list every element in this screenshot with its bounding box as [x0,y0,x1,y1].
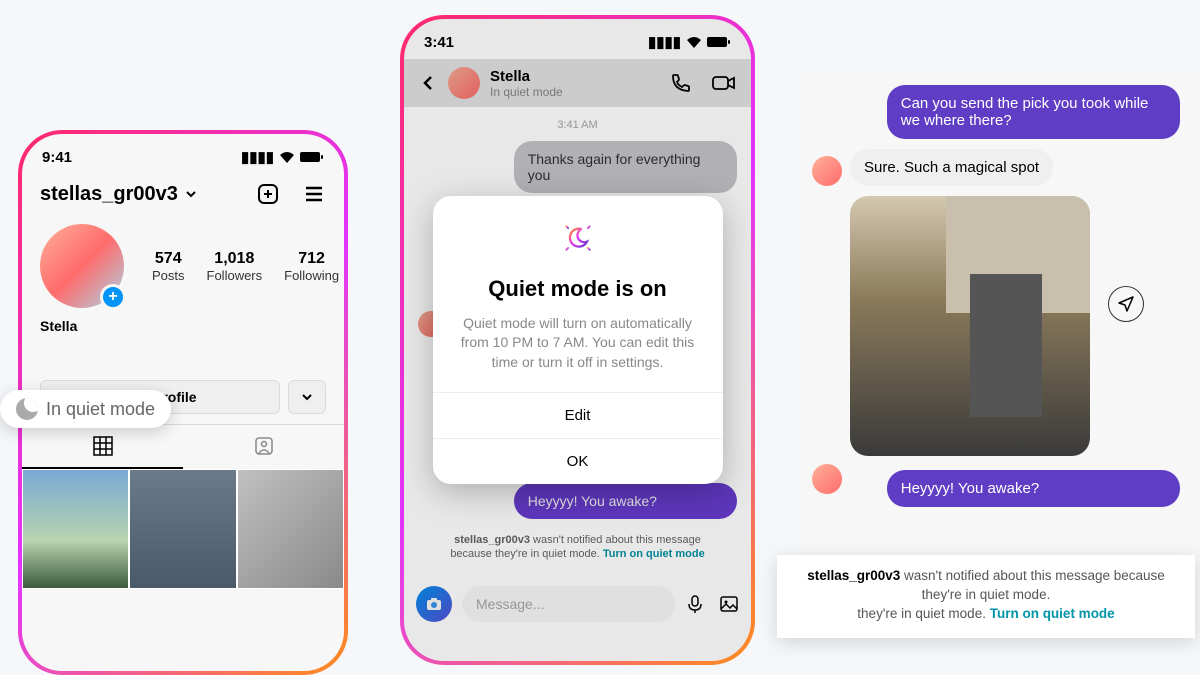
message-outgoing[interactable]: Can you send the pick you took while we … [887,85,1180,139]
phone-chat: Can you send the pick you took while we … [800,75,1200,635]
battery-icon [300,151,324,163]
signal-icon: ▮▮▮▮ [241,148,274,166]
discover-people-button[interactable] [288,380,326,414]
quiet-mode-modal: Quiet mode is on Quiet mode will turn on… [433,196,723,485]
status-time: 9:41 [42,149,72,166]
moon-icon [16,398,38,420]
tab-tagged[interactable] [183,425,344,469]
moon-gradient-icon [433,196,723,276]
post-thumbnail[interactable] [129,469,236,589]
display-name: Stella [22,318,344,334]
profile-stats-row: + 574 Posts 1,018 Followers 712 Followin… [22,214,344,318]
stat-followers[interactable]: 1,018 Followers [207,250,263,283]
menu-icon[interactable] [302,182,326,206]
tab-grid[interactable] [22,425,183,469]
status-icons: ▮▮▮▮ [241,148,324,166]
username-text: stellas_gr00v3 [40,183,178,206]
message-avatar [812,156,842,186]
add-story-badge[interactable]: + [100,284,126,310]
modal-edit-button[interactable]: Edit [433,392,723,438]
quiet-mode-pill: In quiet mode [0,390,171,428]
modal-title: Quiet mode is on [433,276,723,314]
profile-avatar[interactable]: + [40,224,124,308]
status-bar: 9:41 ▮▮▮▮ [22,134,344,174]
posts-grid [22,469,344,589]
username-dropdown[interactable]: stellas_gr00v3 [40,183,198,206]
message-outgoing[interactable]: Heyyyy! You awake? [887,470,1180,507]
message-photo[interactable] [850,196,1090,456]
chevron-down-icon [184,187,198,201]
wifi-icon [279,151,295,163]
modal-body: Quiet mode will turn on automatically fr… [433,314,723,393]
stat-following[interactable]: 712 Following [284,250,339,283]
post-thumbnail[interactable] [237,469,344,589]
message-avatar [812,464,842,494]
create-post-icon[interactable] [256,182,280,206]
modal-overlay: Quiet mode is on Quiet mode will turn on… [404,19,751,661]
quiet-mode-notice-callout: stellas_gr00v3 wasn't notified about thi… [777,555,1195,638]
phone-chat-modal-screen: 3:41 ▮▮▮▮ Stella In quiet mode 3:41 AM [404,19,751,661]
profile-tabs [22,424,344,469]
quiet-mode-label: In quiet mode [46,399,155,420]
turn-on-quiet-link[interactable]: Turn on quiet mode [990,606,1115,621]
message-incoming[interactable]: Sure. Such a magical spot [850,149,1053,186]
profile-header: stellas_gr00v3 [22,174,344,214]
phone-chat-modal: 3:41 ▮▮▮▮ Stella In quiet mode 3:41 AM [400,15,755,665]
share-icon[interactable] [1108,286,1144,322]
stat-posts[interactable]: 574 Posts [152,250,185,283]
post-thumbnail[interactable] [22,469,129,589]
modal-ok-button[interactable]: OK [433,438,723,484]
